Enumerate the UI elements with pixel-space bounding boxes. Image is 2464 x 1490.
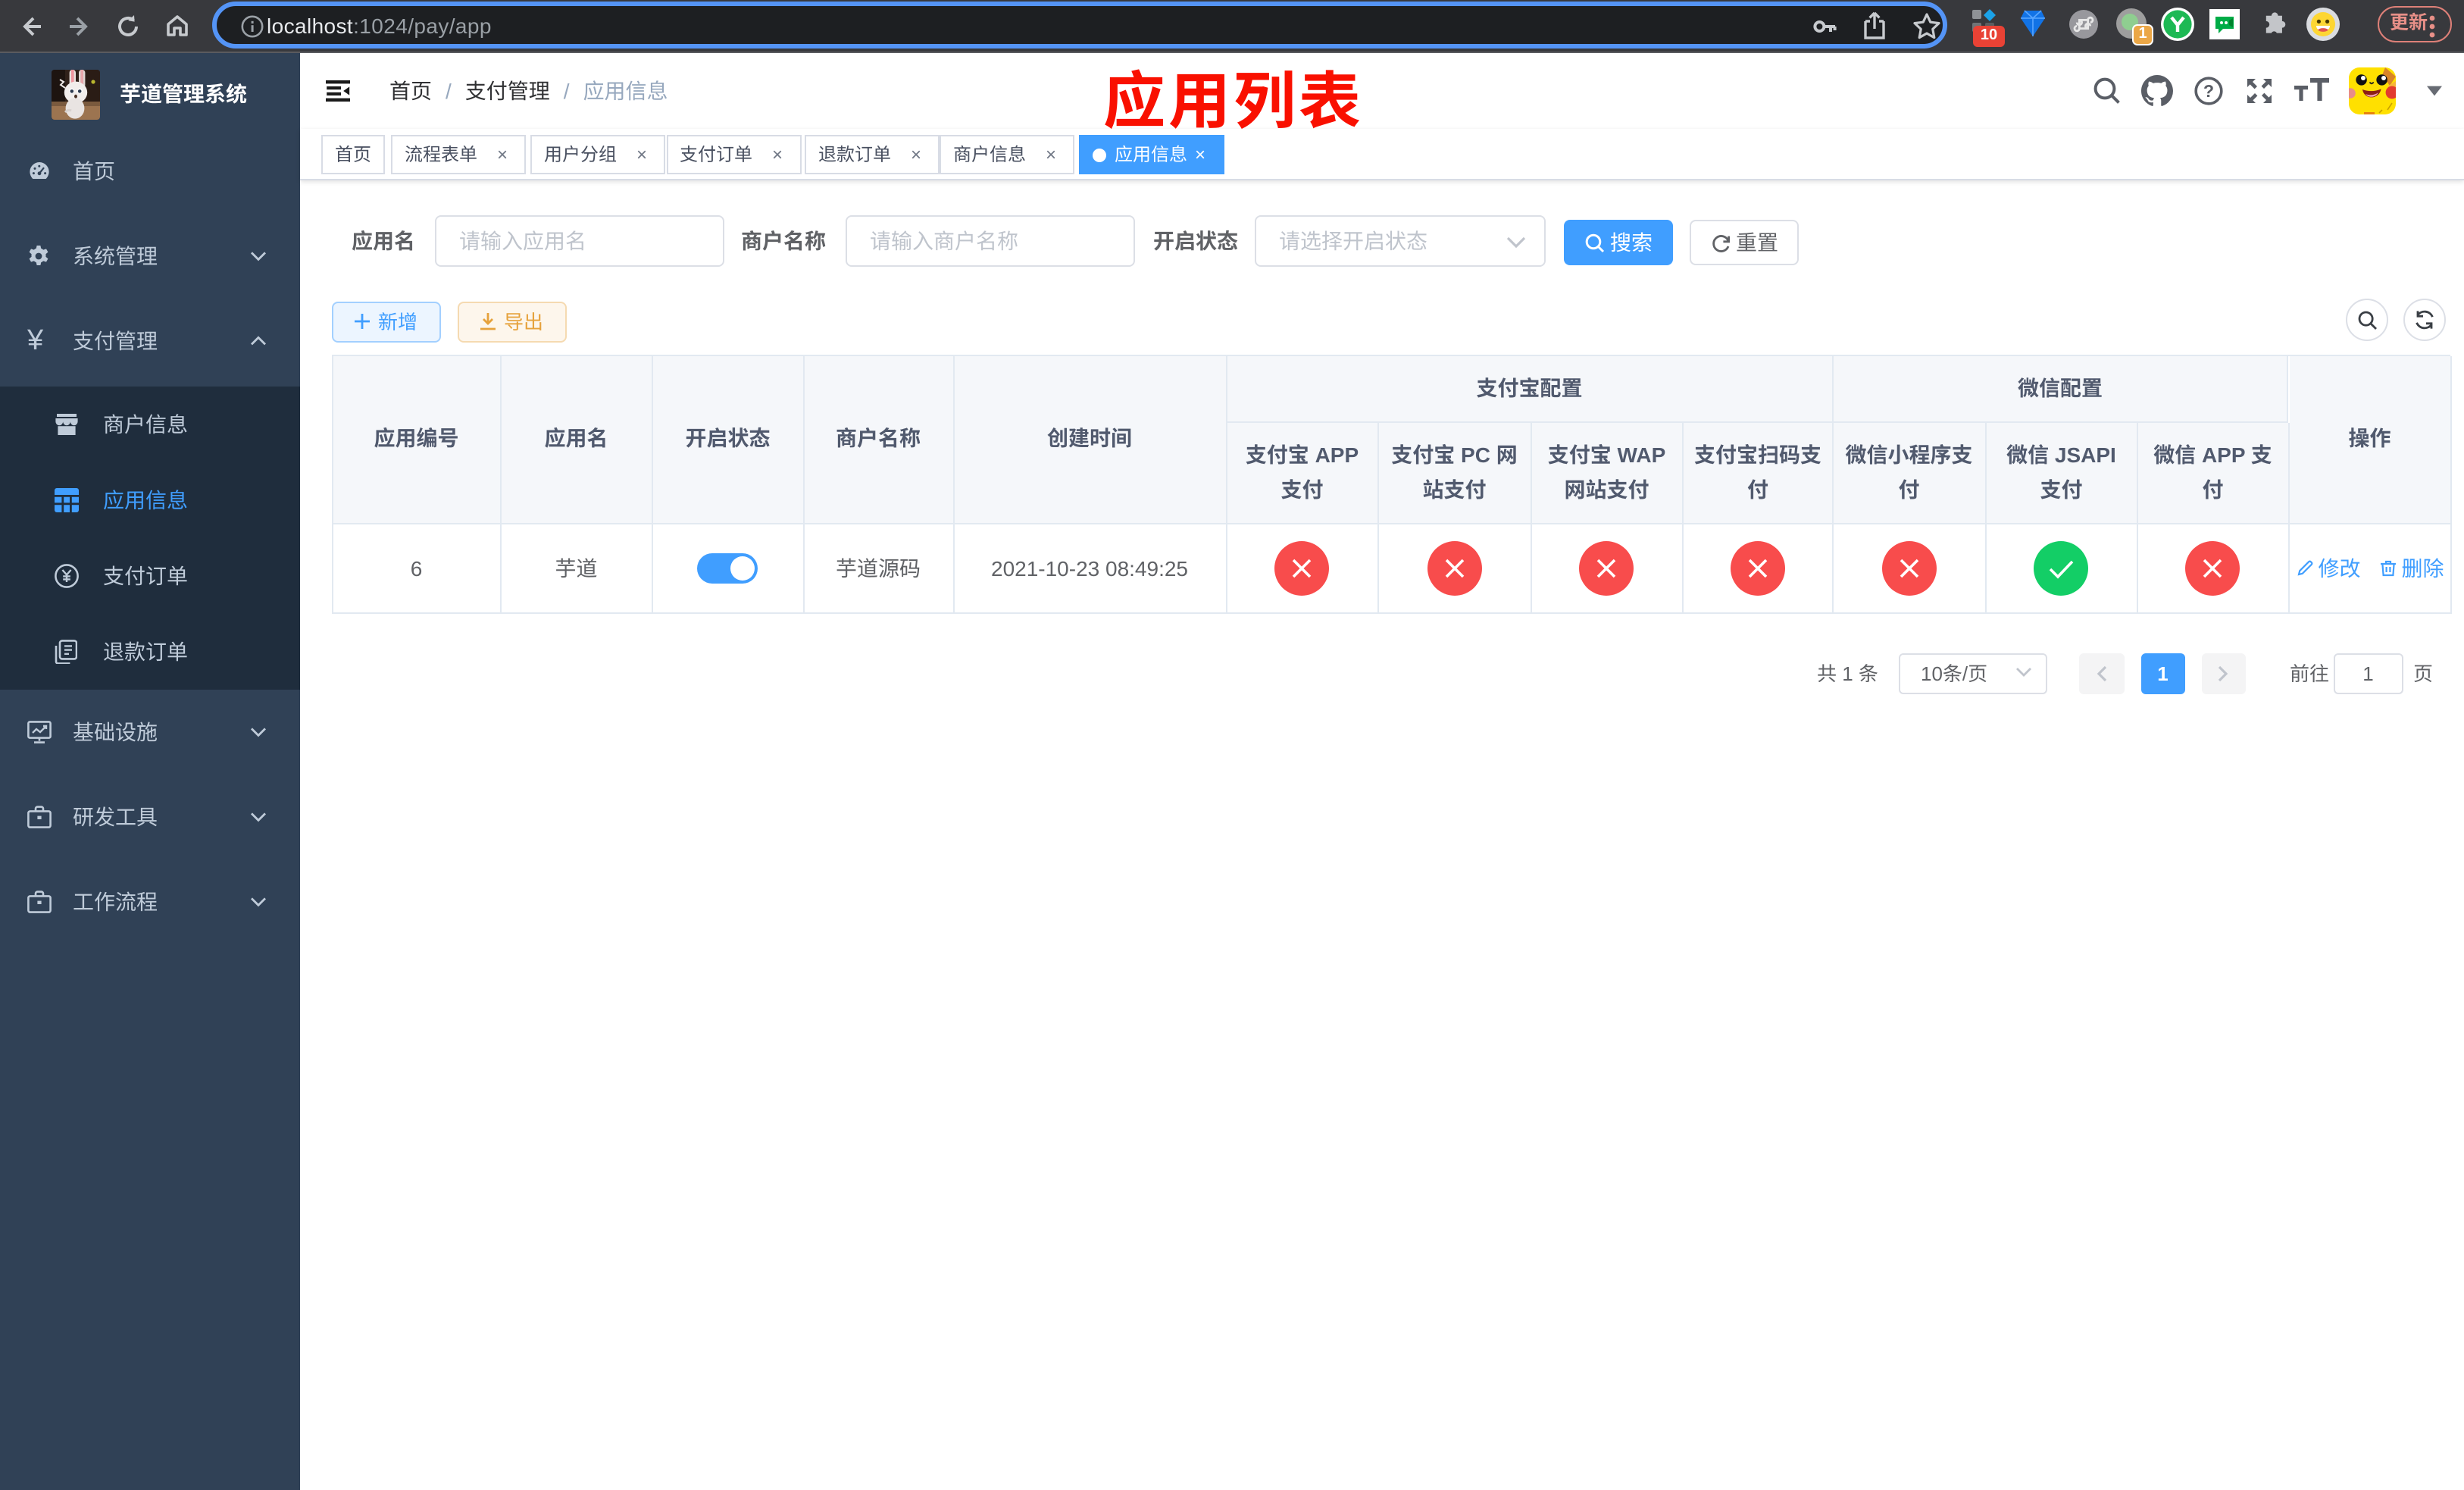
svg-text:?: ? <box>2203 81 2214 101</box>
